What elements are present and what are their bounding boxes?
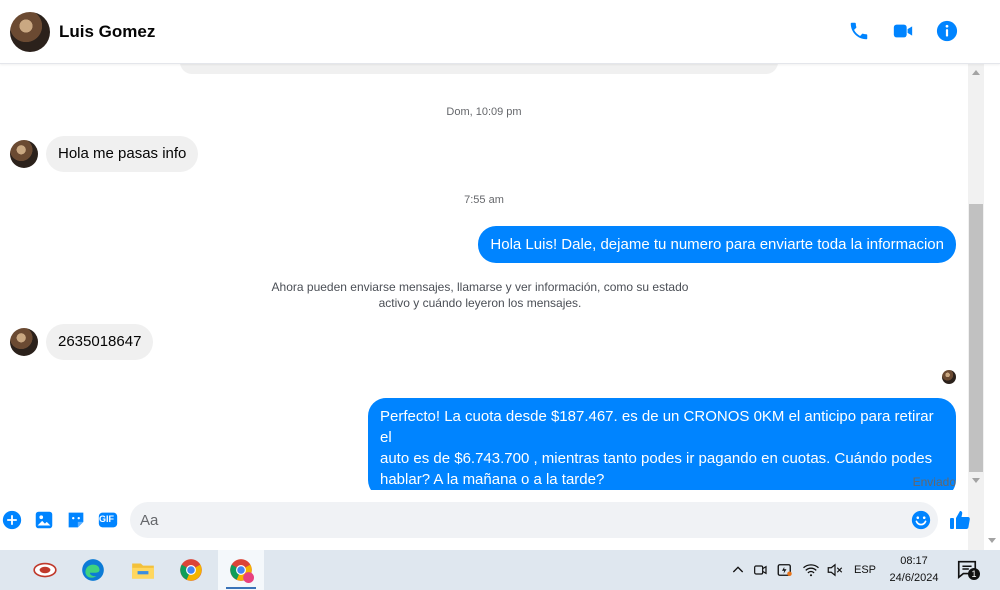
more-actions-button[interactable] <box>0 508 24 532</box>
scroll-down-arrow-icon[interactable] <box>972 478 980 483</box>
message-thread[interactable]: Dom, 10:09 pm Hola me pasas info 7:55 am… <box>0 64 968 490</box>
input-language[interactable]: ESP <box>854 564 876 576</box>
taskbar-app-generic[interactable] <box>22 550 68 590</box>
info-icon <box>936 20 958 42</box>
page-scroll-down-icon[interactable] <box>988 538 996 543</box>
battery-plug-icon[interactable] <box>776 561 794 579</box>
emoji-button[interactable] <box>910 509 932 531</box>
wifi-icon[interactable] <box>802 561 820 579</box>
sender-avatar <box>10 328 38 356</box>
conversation-header: Luis Gomez <box>0 0 1000 64</box>
meet-icon[interactable] <box>752 562 768 578</box>
conversation-info-button[interactable] <box>934 18 960 44</box>
plus-circle-icon <box>2 510 22 530</box>
sticker-button[interactable] <box>64 508 88 532</box>
messenger-window: Luis Gomez Dom, 10:09 pm Hola me pasas i… <box>0 0 1000 550</box>
clock-date: 24/6/2024 <box>889 572 939 584</box>
video-call-button[interactable] <box>890 18 916 44</box>
taskbar-chrome-profile-active[interactable] <box>218 550 264 590</box>
taskbar-file-explorer[interactable] <box>120 550 166 590</box>
message-line: Perfecto! La cuota desde $187.467. es de… <box>380 408 934 446</box>
incoming-message-bubble[interactable]: Hola me pasas info <box>46 136 199 172</box>
message-input[interactable] <box>140 508 900 532</box>
gif-button[interactable]: GIF <box>96 508 120 532</box>
taskbar-chrome[interactable] <box>168 550 214 590</box>
message-composer: GIF <box>0 498 984 542</box>
message-line: hablar? A la mañana o a la tarde? <box>380 471 605 488</box>
contact-avatar[interactable] <box>10 11 50 52</box>
notice-line: Ahora pueden enviarse mensajes, llamarse… <box>271 280 689 294</box>
timestamp: 7:55 am <box>464 194 504 206</box>
chrome-icon <box>230 559 254 583</box>
taskbar-clock[interactable]: 08:17 24/6/2024 <box>880 553 948 587</box>
notifications-button[interactable]: 1 <box>956 558 980 582</box>
message-input-container[interactable] <box>130 502 938 538</box>
message-line: auto es de $6.743.700 , mientras tanto p… <box>380 450 933 467</box>
windows-taskbar: ESP 08:17 24/6/2024 1 <box>0 550 1000 590</box>
header-actions <box>846 18 960 44</box>
previous-message-bubble <box>180 64 778 74</box>
voice-call-button[interactable] <box>846 18 872 44</box>
phone-icon <box>850 22 868 40</box>
notification-count-badge: 1 <box>968 568 980 580</box>
page-scrollbar[interactable] <box>984 0 1000 550</box>
timestamp: Dom, 10:09 pm <box>446 106 522 118</box>
smiley-icon <box>911 510 931 530</box>
taskbar-edge[interactable] <box>70 550 116 590</box>
conversation-notice: Ahora pueden enviarse mensajes, llamarse… <box>260 279 700 311</box>
sticker-icon <box>68 512 84 528</box>
gif-label: GIF <box>99 514 114 524</box>
system-tray: ESP <box>730 550 876 590</box>
chevron-up-icon[interactable] <box>730 562 746 578</box>
outgoing-message-bubble[interactable]: Perfecto! La cuota desde $187.467. es de… <box>368 398 956 490</box>
attach-photo-button[interactable] <box>32 508 56 532</box>
notice-line: activo y cuándo leyeron los mensajes. <box>378 296 582 310</box>
thumbs-up-icon <box>950 511 970 529</box>
outgoing-message-bubble[interactable]: Hola Luis! Dale, dejame tu numero para e… <box>478 226 956 263</box>
delivery-status: Enviado <box>912 475 956 489</box>
incoming-message-bubble[interactable]: 2635018647 <box>46 324 154 360</box>
seen-receipt-avatar <box>942 370 956 384</box>
image-icon <box>35 511 53 529</box>
contact-name[interactable]: Luis Gomez <box>59 22 155 42</box>
folder-icon <box>132 563 154 579</box>
like-button[interactable] <box>948 508 972 532</box>
sender-avatar <box>10 140 38 168</box>
scroll-up-arrow-icon[interactable] <box>972 70 980 75</box>
thread-scrollbar[interactable] <box>968 64 984 550</box>
incoming-message-row: Hola me pasas info <box>10 136 199 172</box>
incoming-message-row: 2635018647 <box>10 324 154 360</box>
scrollbar-thumb[interactable] <box>969 204 983 472</box>
chrome-icon <box>180 559 202 581</box>
speaker-muted-icon[interactable] <box>826 561 844 579</box>
app-icon <box>33 562 57 578</box>
video-camera-icon <box>893 24 913 38</box>
clock-time: 08:17 <box>900 555 928 567</box>
edge-icon <box>82 559 104 581</box>
